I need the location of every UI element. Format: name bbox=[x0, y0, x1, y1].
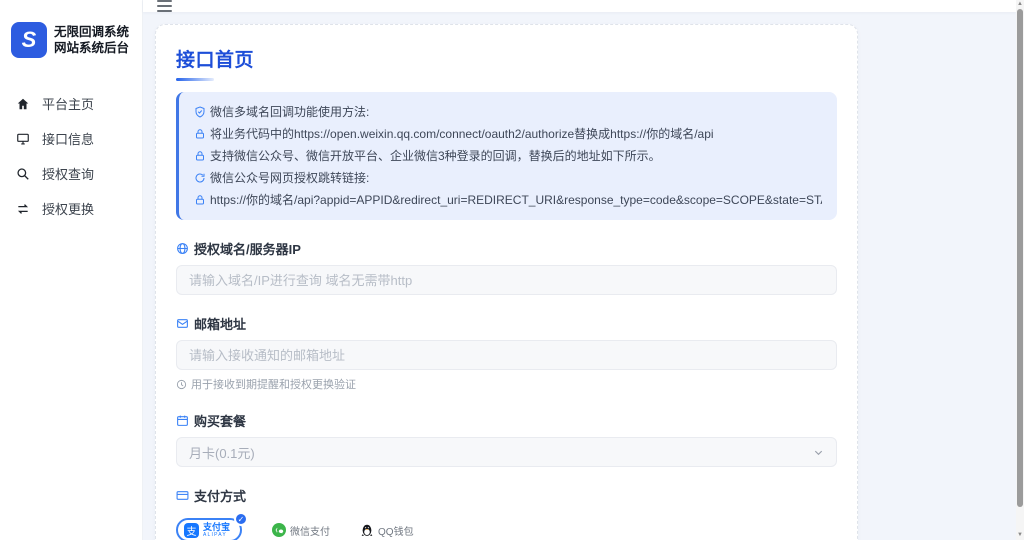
main-area: 接口首页 微信多域名回调功能使用方法: 将业务代码中的https://open.… bbox=[143, 0, 1016, 540]
notice-text: 微信多域名回调功能使用方法: bbox=[210, 105, 370, 119]
qq-wallet-icon bbox=[361, 524, 373, 536]
title-underline bbox=[176, 78, 214, 81]
scroll-down-icon[interactable]: ▼ bbox=[1016, 531, 1024, 540]
swap-icon bbox=[17, 203, 29, 214]
plan-select[interactable]: 月卡(0.1元) bbox=[176, 437, 837, 467]
search-icon bbox=[17, 167, 29, 180]
sidebar-item-auth-query[interactable]: 授权查询 bbox=[0, 156, 142, 191]
app-window: S 无限回调系统 网站系统后台 平台主页 接口信息 授权查询 授权更换 接口首页… bbox=[0, 0, 1016, 540]
sidebar-item-label: 平台主页 bbox=[42, 97, 95, 112]
notice-line: 微信多域名回调功能使用方法: bbox=[194, 101, 822, 123]
home-icon bbox=[17, 98, 29, 109]
clock-icon bbox=[176, 379, 187, 389]
selected-check-icon: ✓ bbox=[234, 512, 249, 526]
redirect-icon bbox=[194, 172, 206, 184]
app-logo: S 无限回调系统 网站系统后台 bbox=[0, 0, 142, 58]
sidebar-item-label: 授权查询 bbox=[42, 167, 95, 182]
sidebar-item-label: 授权更换 bbox=[42, 202, 95, 217]
notice-text: 将业务代码中的https://open.weixin.qq.com/connec… bbox=[210, 127, 714, 141]
sidebar-nav: 平台主页 接口信息 授权查询 授权更换 bbox=[0, 86, 142, 226]
sidebar-item-label: 接口信息 bbox=[42, 132, 95, 147]
email-hint: 用于接收到期提醒和授权更换验证 bbox=[176, 376, 837, 392]
logo-line2: 网站系统后台 bbox=[54, 41, 130, 55]
notice-line: 支持微信公众号、微信开放平台、企业微信3种登录的回调，替换后的地址如下所示。 bbox=[194, 145, 822, 167]
topbar bbox=[143, 0, 1016, 12]
payment-option-alipay[interactable]: 支 支付宝 ALIPAY ✓ bbox=[176, 512, 249, 540]
globe-icon bbox=[177, 243, 188, 254]
shield-check-icon bbox=[194, 106, 206, 118]
scroll-up-icon[interactable]: ▲ bbox=[1016, 0, 1024, 9]
calendar-icon bbox=[177, 415, 188, 426]
domain-field-label: 授权域名/服务器IP bbox=[176, 239, 837, 258]
sidebar: S 无限回调系统 网站系统后台 平台主页 接口信息 授权查询 授权更换 bbox=[0, 0, 143, 540]
lock-icon bbox=[194, 128, 206, 140]
domain-label-text: 授权域名/服务器IP bbox=[194, 242, 301, 257]
payment-label-text: 支付方式 bbox=[194, 489, 247, 504]
mail-icon bbox=[177, 319, 188, 328]
plan-selected-value: 月卡(0.1元) bbox=[189, 445, 255, 461]
menu-toggle-icon[interactable] bbox=[157, 0, 172, 12]
interface-home-card: 接口首页 微信多域名回调功能使用方法: 将业务代码中的https://open.… bbox=[155, 24, 858, 540]
logo-line1: 无限回调系统 bbox=[54, 25, 130, 39]
wechat-pay-label: 微信支付 bbox=[290, 526, 331, 538]
payment-field-label: 支付方式 bbox=[176, 486, 837, 505]
qq-wallet-label: QQ钱包 bbox=[378, 526, 414, 538]
lock-icon bbox=[194, 150, 206, 162]
plan-label-text: 购买套餐 bbox=[194, 414, 247, 429]
payment-option-wechat[interactable]: 微信支付 bbox=[272, 523, 330, 538]
alipay-icon: 支 bbox=[184, 522, 199, 538]
sidebar-item-auth-swap[interactable]: 授权更换 bbox=[0, 191, 142, 226]
sidebar-item-platform-home[interactable]: 平台主页 bbox=[0, 86, 142, 121]
notice-line: https://你的域名/api?appid=APPID&redirect_ur… bbox=[194, 189, 822, 211]
plan-field-label: 购买套餐 bbox=[176, 411, 837, 430]
domain-input[interactable] bbox=[176, 265, 837, 295]
monitor-icon bbox=[17, 133, 29, 145]
email-hint-text: 用于接收到期提醒和授权更换验证 bbox=[191, 379, 356, 391]
notice-text: https://你的域名/api?appid=APPID&redirect_ur… bbox=[210, 193, 822, 207]
payment-options: 支 支付宝 ALIPAY ✓ 微信支付 QQ钱包 bbox=[176, 512, 837, 540]
alipay-name: 支付宝 bbox=[203, 522, 231, 532]
email-field-group: 邮箱地址 用于接收到期提醒和授权更换验证 bbox=[176, 314, 837, 392]
lock-icon bbox=[194, 194, 206, 206]
credit-card-icon bbox=[176, 491, 189, 500]
email-field-label: 邮箱地址 bbox=[176, 314, 837, 333]
notice-text: 微信公众号网页授权跳转链接: bbox=[210, 171, 370, 185]
domain-field-group: 授权域名/服务器IP bbox=[176, 239, 837, 295]
notice-text: 支持微信公众号、微信开放平台、企业微信3种登录的回调，替换后的地址如下所示。 bbox=[210, 149, 661, 163]
plan-field-group: 购买套餐 月卡(0.1元) bbox=[176, 411, 837, 467]
alipay-sub: ALIPAY bbox=[203, 532, 227, 538]
wechat-callback-notice: 微信多域名回调功能使用方法: 将业务代码中的https://open.weixi… bbox=[176, 92, 837, 220]
email-label-text: 邮箱地址 bbox=[194, 317, 247, 332]
logo-icon: S bbox=[11, 22, 47, 58]
page-title: 接口首页 bbox=[176, 50, 255, 71]
scrollbar-thumb[interactable] bbox=[1017, 9, 1023, 507]
notice-line: 将业务代码中的https://open.weixin.qq.com/connec… bbox=[194, 123, 822, 145]
chevron-down-icon bbox=[814, 450, 823, 455]
window-scrollbar[interactable]: ▲ ▼ bbox=[1016, 0, 1024, 540]
alipay-wordmark: 支付宝 ALIPAY bbox=[203, 522, 230, 538]
notice-line: 微信公众号网页授权跳转链接: bbox=[194, 167, 822, 189]
logo-text: 无限回调系统 网站系统后台 bbox=[54, 24, 129, 56]
sidebar-item-api-info[interactable]: 接口信息 bbox=[0, 121, 142, 156]
wechat-pay-icon bbox=[272, 523, 287, 537]
payment-option-qq[interactable]: QQ钱包 bbox=[360, 523, 414, 538]
content-area: 接口首页 微信多域名回调功能使用方法: 将业务代码中的https://open.… bbox=[143, 12, 1016, 540]
payment-field-group: 支付方式 支 支付宝 ALIPAY ✓ 微信支付 QQ钱包 bbox=[176, 486, 837, 540]
email-input[interactable] bbox=[176, 340, 837, 370]
